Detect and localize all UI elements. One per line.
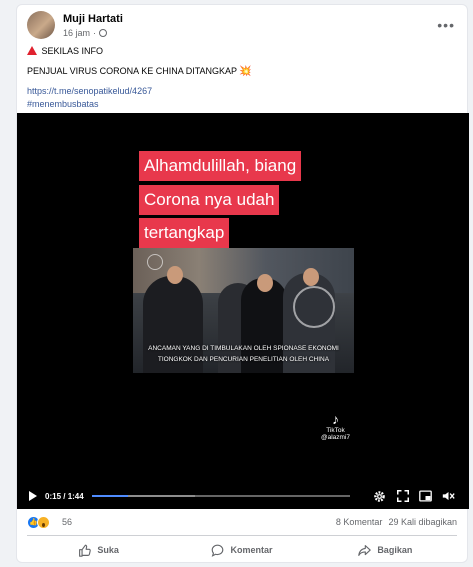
wow-reaction-icon bbox=[37, 515, 50, 529]
watermark-seal-icon bbox=[293, 286, 335, 328]
share-label: Bagikan bbox=[377, 545, 413, 555]
video-caption-line-3: tertangkap bbox=[139, 218, 230, 248]
burst-icon: 💥 bbox=[239, 66, 252, 77]
comment-label: Komentar bbox=[230, 545, 273, 555]
avatar[interactable] bbox=[27, 11, 55, 39]
post-body: PENJUAL VIRUS CORONA KE CHINA DITANGKAP bbox=[27, 66, 237, 76]
comment-button[interactable]: Komentar bbox=[170, 538, 313, 562]
tiktok-watermark: ♪ TikTok @alazmi7 bbox=[321, 411, 350, 441]
watermark-stamp-icon bbox=[147, 254, 163, 270]
like-label: Suka bbox=[97, 545, 119, 555]
globe-icon bbox=[99, 29, 108, 37]
progress-fill bbox=[91, 495, 128, 497]
telegram-link[interactable]: https://t.me/senopatikelud/4267 bbox=[27, 85, 457, 98]
video-subtitle: ANCAMAN YANG DI TIMBULAKAN OLEH SPIONASE… bbox=[133, 343, 354, 365]
headline-line: SEKILAS INFO bbox=[27, 45, 457, 58]
headline: SEKILAS INFO bbox=[41, 46, 104, 56]
thumbs-up-icon bbox=[79, 544, 92, 557]
person-face bbox=[257, 274, 273, 292]
hashtag-link[interactable]: #menembusbatas bbox=[27, 98, 457, 111]
action-bar: Suka Komentar Bagikan bbox=[27, 538, 457, 562]
reaction-icons[interactable]: 👍 bbox=[27, 515, 50, 529]
share-arrow-icon bbox=[358, 544, 372, 556]
reaction-count[interactable]: 56 bbox=[62, 517, 72, 527]
video-time: 0:15 / 1:44 bbox=[45, 492, 84, 501]
post-text: SEKILAS INFO PENJUAL VIRUS CORONA KE CHI… bbox=[27, 45, 457, 111]
expand-icon[interactable] bbox=[396, 489, 410, 503]
meta-separator: · bbox=[93, 28, 97, 38]
tiktok-label: TikTok bbox=[326, 427, 345, 434]
video-controls: 0:15 / 1:44 bbox=[17, 483, 469, 509]
post-header: Muji Hartati 16 jam · ••• bbox=[27, 11, 457, 47]
like-button[interactable]: Suka bbox=[27, 538, 170, 562]
play-icon[interactable] bbox=[29, 491, 37, 501]
divider bbox=[27, 535, 457, 536]
mute-icon[interactable] bbox=[442, 489, 456, 503]
red-triangle-icon bbox=[27, 46, 37, 55]
person-face bbox=[167, 266, 183, 284]
post-card: Muji Hartati 16 jam · ••• SEKILAS INFO P… bbox=[16, 4, 469, 563]
picture-in-picture-icon[interactable] bbox=[419, 489, 433, 503]
time-current: 0:15 bbox=[45, 491, 62, 501]
comment-bubble-icon bbox=[212, 544, 224, 557]
post-meta: 16 jam · bbox=[63, 28, 108, 38]
video-frame: ANCAMAN YANG DI TIMBULAKAN OLEH SPIONASE… bbox=[133, 248, 354, 373]
person-face bbox=[303, 268, 319, 286]
subtitle-line-2: TIONGKOK DAN PENCURIAN PENELITIAN OLEH C… bbox=[157, 356, 330, 363]
tiktok-icon: ♪ bbox=[332, 411, 339, 427]
post-stats: 👍 56 8 Komentar 29 Kali dibagikan bbox=[27, 514, 457, 530]
video-caption-line-2: Corona nya udah bbox=[139, 185, 280, 215]
post-time[interactable]: 16 jam bbox=[63, 28, 90, 38]
video-player[interactable]: Alhamdulillah, biang Corona nya udah ter… bbox=[17, 113, 469, 509]
subtitle-line-1: ANCAMAN YANG DI TIMBULAKAN OLEH SPIONASE… bbox=[148, 345, 339, 352]
video-caption-line-1: Alhamdulillah, biang bbox=[139, 151, 302, 181]
time-separator: / bbox=[61, 491, 68, 501]
video-progress-bar[interactable] bbox=[91, 495, 350, 497]
settings-gear-icon[interactable] bbox=[373, 489, 387, 503]
comment-count[interactable]: 8 Komentar bbox=[336, 517, 383, 527]
share-button[interactable]: Bagikan bbox=[314, 538, 457, 562]
more-options-icon[interactable]: ••• bbox=[437, 17, 455, 33]
share-count[interactable]: 29 Kali dibagikan bbox=[388, 517, 457, 527]
author-name[interactable]: Muji Hartati bbox=[63, 13, 123, 25]
time-total: 1:44 bbox=[67, 491, 84, 501]
tiktok-handle: @alazmi7 bbox=[321, 434, 350, 441]
body-line: PENJUAL VIRUS CORONA KE CHINA DITANGKAP … bbox=[27, 65, 457, 78]
engagement-counts: 8 Komentar 29 Kali dibagikan bbox=[336, 517, 457, 527]
